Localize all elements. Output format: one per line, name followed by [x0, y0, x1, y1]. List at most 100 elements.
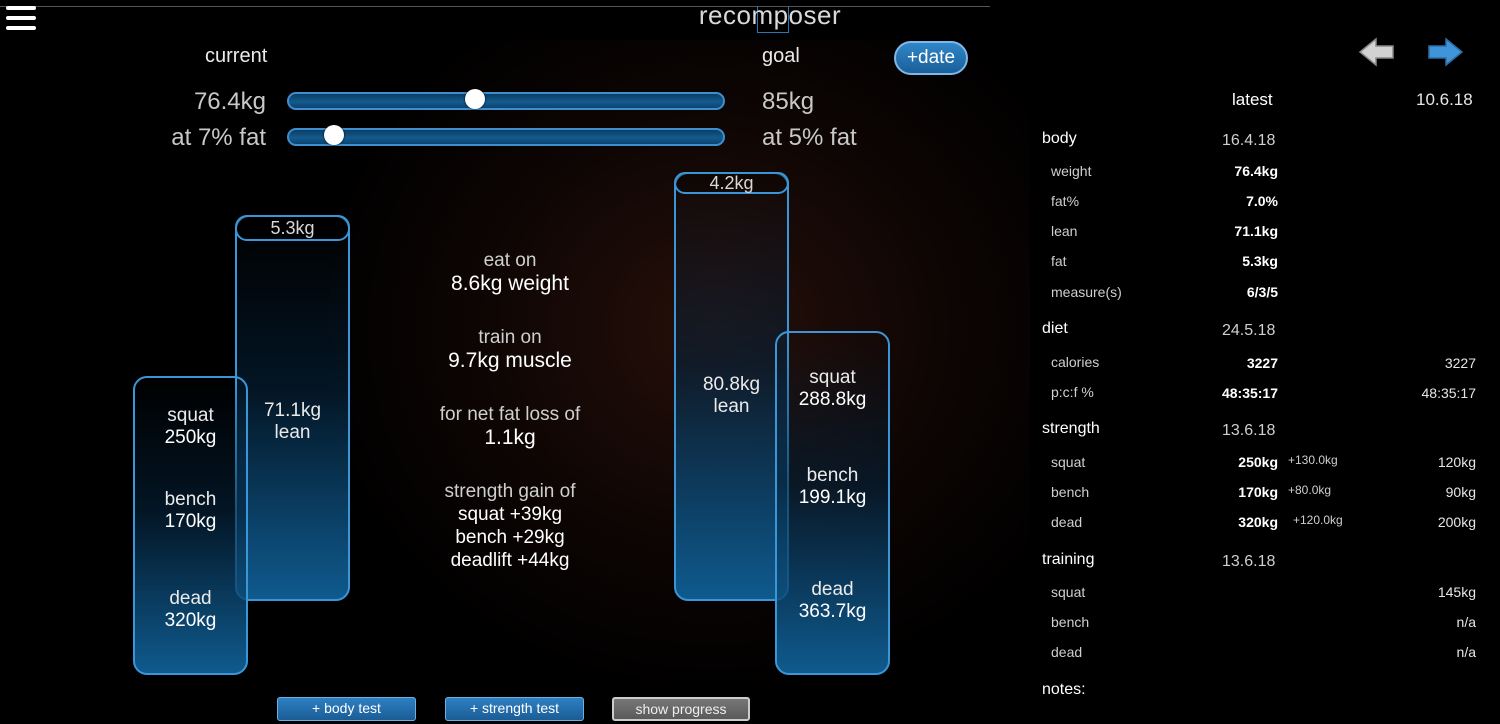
fat-slider[interactable] — [287, 125, 725, 146]
current-dead-label: dead — [169, 588, 212, 609]
current-lean-label: lean — [274, 422, 311, 443]
training-section-date: 13.6.18 — [1222, 553, 1276, 570]
strength-row-gain: +80.0kg — [1288, 483, 1332, 497]
arrow-left-icon[interactable] — [1358, 36, 1396, 68]
add-body-test-button[interactable]: + body test — [277, 697, 416, 721]
strength-row-label: bench — [1051, 484, 1090, 500]
goal-bench-label: bench — [806, 465, 859, 486]
goal-bench-value: 199.1kg — [798, 487, 867, 508]
training-row-latest: n/a — [1456, 644, 1476, 660]
summary-panel: latest 10.6.18 body 16.4.18 weight 76.4k… — [1030, 0, 1500, 724]
plan-strength-bench: bench +29kg — [455, 527, 565, 548]
diet-row-label: calories — [1051, 354, 1100, 370]
strength-row-value: 170kg — [1238, 484, 1278, 500]
strength-section-title: strength — [1042, 420, 1100, 437]
current-squat: squat 250kg — [133, 405, 248, 449]
add-strength-test-button[interactable]: + strength test — [445, 697, 584, 721]
body-row-label: fat — [1051, 253, 1067, 269]
show-progress-button[interactable]: show progress — [612, 697, 750, 721]
current-squat-label: squat — [167, 405, 214, 426]
goal-lean-text: 80.8kg lean — [674, 374, 789, 418]
diet-section-date: 24.5.18 — [1222, 322, 1276, 339]
add-date-button[interactable]: +date — [894, 41, 968, 75]
notes-label: notes: — [1042, 681, 1086, 698]
plan-strength-squat: squat +39kg — [457, 504, 563, 525]
body-row-value: 5.3kg — [1242, 253, 1278, 269]
goal-dead-value: 363.7kg — [798, 601, 867, 622]
plan-train-value: 9.7kg muscle — [448, 349, 572, 372]
current-bench-label: bench — [164, 489, 217, 510]
current-squat-value: 250kg — [164, 427, 217, 448]
current-lean-text: 71.1kg lean — [235, 400, 350, 444]
plan-eat: eat on 8.6kg weight — [405, 249, 615, 295]
latest-label: latest — [1232, 90, 1273, 109]
weight-slider[interactable] — [287, 89, 725, 110]
strength-row-value: 250kg — [1238, 454, 1278, 470]
body-row-value: 6/3/5 — [1246, 284, 1278, 300]
plan-strength: strength gain of squat +39kg bench +29kg… — [405, 480, 615, 572]
current-fat: at 7% fat — [171, 124, 266, 151]
plan-strength-label: strength gain of — [444, 481, 576, 502]
training-row-label: bench — [1051, 614, 1090, 630]
strength-row-label: squat — [1051, 454, 1086, 470]
plan-fatloss: for net fat loss of 1.1kg — [405, 403, 615, 449]
strength-row-gain: +120.0kg — [1293, 513, 1343, 527]
current-dead: dead 320kg — [133, 588, 248, 632]
plan-eat-label: eat on — [483, 250, 537, 271]
diet-row-latest: 3227 — [1444, 355, 1476, 371]
body-row-label: fat% — [1051, 193, 1080, 209]
strength-row-latest: 90kg — [1445, 484, 1476, 500]
plan-train: train on 9.7kg muscle — [405, 326, 615, 372]
training-row-latest: n/a — [1456, 614, 1476, 630]
training-row-label: squat — [1051, 584, 1086, 600]
training-section-title: training — [1042, 551, 1095, 568]
body-row-label: measure(s) — [1051, 284, 1122, 300]
hamburger-menu-icon[interactable] — [6, 4, 36, 32]
diet-row-value: 3227 — [1246, 355, 1278, 371]
body-row-label: lean — [1051, 223, 1078, 239]
fat-slider-handle[interactable] — [324, 125, 345, 145]
body-section-date: 16.4.18 — [1222, 132, 1276, 149]
latest-date: 10.6.18 — [1416, 90, 1473, 109]
strength-row-label: dead — [1051, 514, 1083, 530]
weight-slider-handle[interactable] — [465, 89, 486, 109]
goal-lean-label: lean — [713, 396, 750, 417]
diet-section-title: diet — [1042, 320, 1068, 337]
current-dead-value: 320kg — [164, 610, 217, 631]
goal-dead-label: dead — [811, 579, 854, 600]
diet-row-label: p:c:f % — [1051, 384, 1094, 400]
app-title: recomposer — [698, 0, 842, 30]
goal-squat-value: 288.8kg — [798, 389, 867, 410]
goal-squat-label: squat — [809, 367, 856, 388]
diet-row-latest: 48:35:17 — [1421, 385, 1477, 401]
goal-fat-cap: 4.2kg — [674, 172, 789, 194]
goal-lean-value: 80.8kg — [702, 374, 761, 395]
goal-bench: bench 199.1kg — [775, 465, 890, 509]
strength-row-latest: 200kg — [1437, 514, 1476, 530]
diet-row-value: 48:35:17 — [1221, 385, 1278, 401]
plan-strength-dead: deadlift +44kg — [450, 550, 570, 571]
goal-label: goal — [762, 45, 800, 67]
body-row-label: weight — [1051, 163, 1092, 179]
body-section-title: body — [1042, 130, 1077, 147]
training-row-latest: 145kg — [1437, 584, 1476, 600]
plan-eat-value: 8.6kg weight — [451, 272, 569, 295]
goal-fat: at 5% fat — [762, 124, 857, 151]
strength-row-latest: 120kg — [1437, 454, 1476, 470]
goal-squat: squat 288.8kg — [775, 367, 890, 411]
training-row-label: dead — [1051, 644, 1083, 660]
arrow-right-icon[interactable] — [1426, 36, 1464, 68]
body-row-value: 76.4kg — [1234, 163, 1278, 179]
goal-weight: 85kg — [762, 88, 815, 115]
body-row-value: 71.1kg — [1234, 223, 1278, 239]
body-row-value: 7.0% — [1246, 193, 1278, 209]
plan-fatloss-label: for net fat loss of — [439, 404, 581, 425]
plan-fatloss-value: 1.1kg — [484, 426, 536, 449]
strength-section-date: 13.6.18 — [1222, 422, 1276, 439]
current-lean-value: 71.1kg — [263, 400, 322, 421]
current-weight: 76.4kg — [193, 88, 266, 115]
plan-train-label: train on — [478, 327, 542, 348]
strength-row-gain: +130.0kg — [1288, 453, 1338, 467]
current-fat-cap: 5.3kg — [235, 215, 350, 241]
current-label: current — [205, 45, 268, 67]
